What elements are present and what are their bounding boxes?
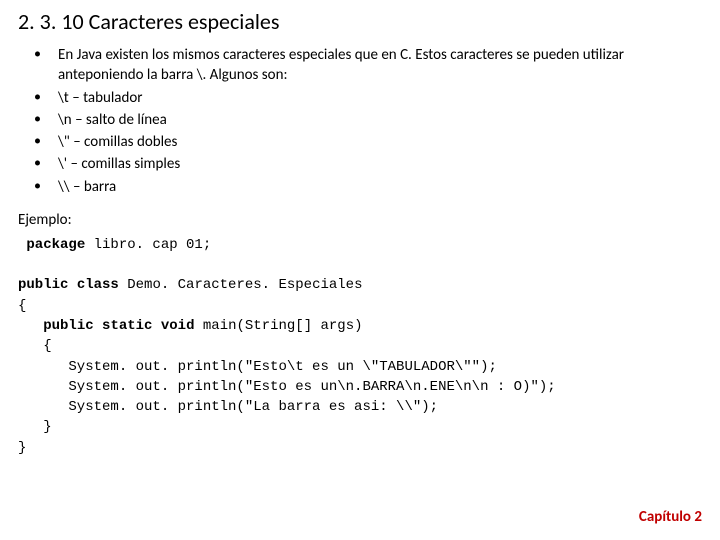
section-title: 2. 3. 10 Caracteres especiales — [18, 8, 702, 35]
example-label: Ejemplo: — [18, 211, 702, 229]
keyword-void: void — [161, 318, 195, 334]
keyword-static: static — [102, 318, 152, 334]
list-item: En Java existen los mismos caracteres es… — [48, 45, 702, 86]
code-text: System. out. println("Esto\t es un \"TAB… — [18, 359, 497, 375]
code-text: Demo. Caracteres. Especiales — [119, 277, 363, 293]
keyword-package: package — [26, 237, 85, 253]
keyword-class: class — [77, 277, 119, 293]
code-text: libro. cap 01; — [85, 237, 211, 253]
code-text: { — [18, 338, 52, 354]
bullet-list: En Java existen los mismos caracteres es… — [18, 45, 702, 197]
code-text: System. out. println("Esto es un\n.BARRA… — [18, 379, 556, 395]
code-text: main(String[] args) — [194, 318, 362, 334]
list-item: \n – salto de línea — [48, 110, 702, 130]
code-text: System. out. println("La barra es asi: \… — [18, 399, 438, 415]
code-text: } — [18, 419, 52, 435]
keyword-public: public — [43, 318, 93, 334]
page-container: 2. 3. 10 Caracteres especiales En Java e… — [0, 0, 720, 540]
code-text — [18, 318, 43, 334]
list-item: \t – tabulador — [48, 88, 702, 108]
list-item: \\ – barra — [48, 177, 702, 197]
code-text: } — [18, 440, 26, 456]
keyword-public: public — [18, 277, 68, 293]
code-block: package libro. cap 01; public class Demo… — [18, 235, 702, 458]
code-text: { — [18, 298, 26, 314]
list-item: \" – comillas dobles — [48, 132, 702, 152]
footer-chapter: Capítulo 2 — [639, 508, 702, 526]
list-item: \' – comillas simples — [48, 154, 702, 174]
